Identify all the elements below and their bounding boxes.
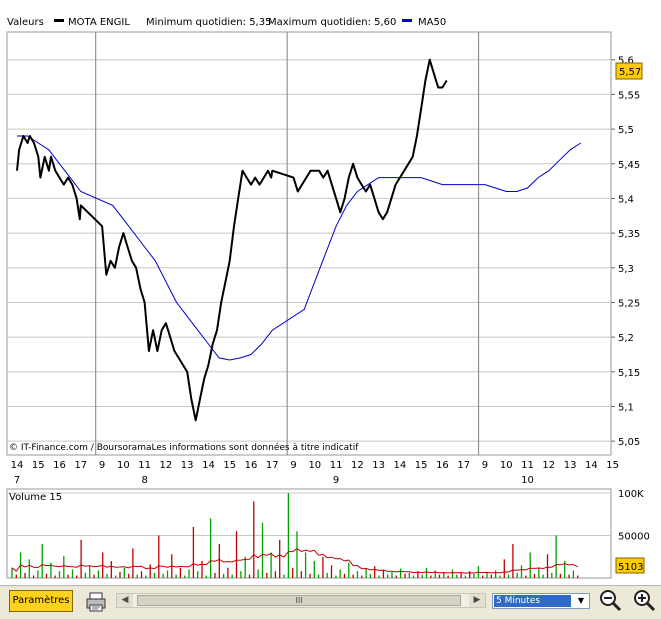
time-tick-label: 14 <box>394 460 407 471</box>
scrollbar-thumb[interactable]: III <box>137 595 461 606</box>
volume-tick-label: 100K <box>618 489 644 500</box>
time-tick-label: 14 <box>585 460 598 471</box>
time-tick-label: 15 <box>606 460 619 471</box>
time-tick-label: 16 <box>245 460 258 471</box>
price-tick-label: 5,35 <box>618 229 640 240</box>
time-tick-label: 16 <box>436 460 449 471</box>
time-tick-label: 11 <box>330 460 343 471</box>
time-tick-label: 12 <box>160 460 173 471</box>
zoom-in-icon[interactable] <box>632 588 658 614</box>
price-tick-label: 5,25 <box>618 298 640 309</box>
day-label: 7 <box>14 475 20 486</box>
valeurs-label: Valeurs <box>7 17 44 28</box>
interval-select[interactable]: 5 Minutes ▼ <box>492 593 590 609</box>
price-tick-label: 5,5 <box>618 125 634 136</box>
volume-title: Volume 15 <box>9 492 62 503</box>
time-tick-label: 15 <box>223 460 236 471</box>
last-volume-value: 5103 <box>618 562 643 573</box>
time-tick-label: 10 <box>308 460 321 471</box>
scroll-right-arrow-icon[interactable]: ▶ <box>469 594 485 607</box>
time-tick-label: 11 <box>521 460 534 471</box>
volume-tick-label: 50000 <box>618 532 650 543</box>
daily-min: Minimum quotidien: 5,35 <box>146 17 271 28</box>
zoom-out-icon[interactable] <box>598 588 624 614</box>
printer-icon[interactable] <box>84 590 108 614</box>
price-plot-frame <box>6 31 612 456</box>
interval-value: 5 Minutes <box>494 595 571 607</box>
price-tick-label: 5,05 <box>618 437 640 448</box>
time-tick-label: 14 <box>202 460 215 471</box>
price-tick-label: 5,55 <box>618 90 640 101</box>
price-tick-label: 5,2 <box>618 333 634 344</box>
time-tick-label: 13 <box>181 460 194 471</box>
chart-area: Valeurs MOTA ENGIL Minimum quotidien: 5,… <box>6 17 650 579</box>
day-label: 9 <box>333 475 339 486</box>
time-tick-label: 15 <box>32 460 45 471</box>
time-axis: 14 15 16 17 9 10 11 12 13 14 15 16 17 9 10 11 12 13 14 15 16… <box>11 460 619 486</box>
time-tick-label: 15 <box>415 460 428 471</box>
price-legend-swatch <box>54 19 64 22</box>
time-tick-label: 11 <box>138 460 151 471</box>
price-axis: 5,65,555,55,455,45,355,35,255,25,155,15,… <box>611 56 640 448</box>
time-tick-label: 17 <box>74 460 87 471</box>
time-tick-label: 9 <box>99 460 105 471</box>
time-tick-label: 14 <box>11 460 24 471</box>
time-tick-label: 13 <box>372 460 385 471</box>
time-tick-label: 16 <box>53 460 66 471</box>
price-tick-label: 5,15 <box>618 368 640 379</box>
series-name: MOTA ENGIL <box>68 17 130 28</box>
day-label: 10 <box>521 475 534 486</box>
volume-plot-frame <box>6 488 612 579</box>
time-tick-label: 10 <box>117 460 130 471</box>
params-button[interactable]: Paramètres <box>9 590 73 612</box>
scroll-left-arrow-icon[interactable]: ◀ <box>117 594 133 607</box>
last-price-value: 5,57 <box>619 67 641 78</box>
time-tick-label: 17 <box>457 460 470 471</box>
chart-header: Valeurs MOTA ENGIL Minimum quotidien: 5,… <box>7 17 446 28</box>
volume-axis: 100K 50000 <box>618 489 650 543</box>
time-tick-label: 17 <box>266 460 279 471</box>
ma50-legend-swatch <box>402 19 412 22</box>
daily-max: Maximum quotidien: 5,60 <box>268 17 396 28</box>
time-tick-label: 10 <box>500 460 513 471</box>
time-tick-label: 13 <box>564 460 577 471</box>
control-bar: Paramètres ◀ III ▶ 5 Minutes ▼ <box>0 585 661 619</box>
copyright-notice: © IT-Finance.com / BoursoramaLes informa… <box>9 442 359 453</box>
price-tick-label: 5,4 <box>618 194 634 205</box>
time-scrollbar[interactable]: ◀ III ▶ <box>116 593 486 608</box>
chevron-down-icon[interactable]: ▼ <box>574 595 588 607</box>
price-tick-label: 5,45 <box>618 160 640 171</box>
price-tick-label: 5,1 <box>618 402 634 413</box>
time-tick-label: 9 <box>482 460 488 471</box>
day-label: 8 <box>141 475 147 486</box>
ma50-name: MA50 <box>418 17 446 28</box>
time-tick-label: 12 <box>351 460 364 471</box>
time-tick-label: 9 <box>290 460 296 471</box>
time-tick-label: 12 <box>542 460 555 471</box>
price-tick-label: 5,3 <box>618 264 634 275</box>
